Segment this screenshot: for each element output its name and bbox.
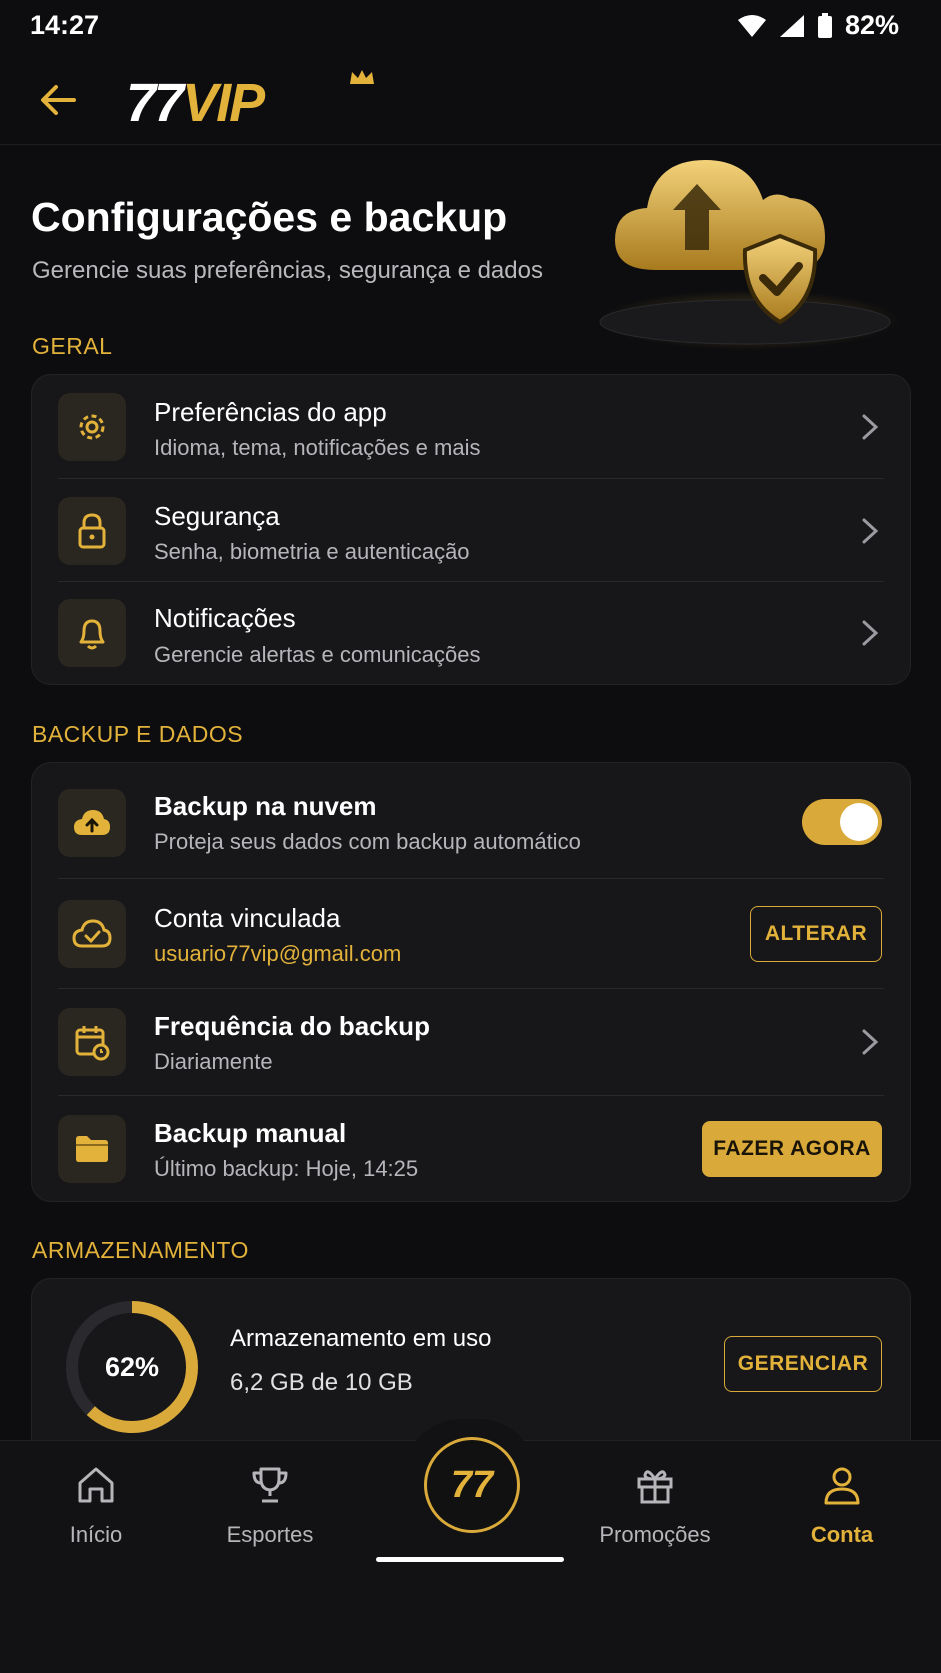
manage-storage-button[interactable]: GERENCIAR bbox=[724, 1336, 882, 1392]
cloud-backup-subtitle: Proteja seus dados com backup automático bbox=[154, 829, 581, 854]
cloud-check-icon bbox=[72, 919, 112, 948]
battery-percent: 82% bbox=[844, 10, 899, 40]
preferences-subtitle: Idioma, tema, notificações e mais bbox=[154, 435, 481, 460]
preferences-title: Preferências do app bbox=[154, 397, 387, 427]
trophy-icon bbox=[252, 1467, 288, 1503]
section-label-storage: ARMAZENAMENTO bbox=[32, 1237, 249, 1263]
app-logo: 77VIP bbox=[126, 70, 374, 134]
linked-account-title: Conta vinculada bbox=[154, 903, 341, 933]
gear-icon-box bbox=[58, 393, 126, 461]
change-account-button[interactable]: ALTERAR bbox=[750, 906, 882, 962]
gear-icon bbox=[79, 414, 105, 440]
nav-item-account[interactable]: Conta bbox=[772, 1463, 912, 1548]
user-icon bbox=[824, 1467, 860, 1505]
back-arrow-icon[interactable] bbox=[36, 78, 80, 122]
cloud-check-icon-box bbox=[58, 900, 126, 968]
nav-label-sports: Esportes bbox=[226, 1522, 314, 1547]
manual-backup-title: Backup manual bbox=[154, 1118, 347, 1148]
cloud-upload-icon bbox=[74, 810, 110, 835]
app-header: 77VIP bbox=[0, 58, 941, 145]
cloud-shield-illustration bbox=[599, 160, 900, 350]
status-indicators: 82% bbox=[737, 10, 899, 41]
linked-account-email: usuario77vip@gmail.com bbox=[154, 941, 402, 966]
chevron-right-icon bbox=[862, 620, 879, 646]
bottom-navigation: Início Esportes 77 Promoções Conta bbox=[0, 1419, 941, 1673]
gift-icon bbox=[637, 1470, 673, 1504]
calendar-clock-icon bbox=[75, 1026, 110, 1061]
security-subtitle: Senha, biometria e autenticação bbox=[154, 539, 470, 564]
cloud-backup-title: Backup na nuvem bbox=[154, 791, 377, 821]
last-backup-time: Último backup: Hoje, 14:25 bbox=[154, 1156, 419, 1181]
battery-icon bbox=[817, 12, 832, 38]
signal-icon bbox=[779, 14, 804, 37]
chevron-right-icon bbox=[862, 518, 879, 544]
notifications-subtitle: Gerencie alertas e comunicações bbox=[154, 642, 481, 667]
lock-icon-box bbox=[58, 497, 126, 565]
calendar-clock-icon-box bbox=[58, 1008, 126, 1076]
folder-icon bbox=[76, 1136, 108, 1162]
general-card: Preferências do app Idioma, tema, notifi… bbox=[31, 374, 911, 685]
backup-frequency-value: Diariamente bbox=[154, 1049, 273, 1074]
lock-icon bbox=[78, 513, 106, 549]
security-title: Segurança bbox=[154, 501, 280, 531]
section-label-backup: BACKUP E DADOS bbox=[32, 721, 244, 747]
list-item-preferences[interactable]: Preferências do app Idioma, tema, notifi… bbox=[32, 375, 910, 478]
bell-icon-box bbox=[58, 599, 126, 667]
notifications-title: Notificações bbox=[154, 603, 296, 633]
storage-label: Armazenamento em uso bbox=[230, 1325, 492, 1352]
page-subtitle: Gerencie suas preferências, segurança e … bbox=[32, 257, 543, 284]
cloud-backup-toggle[interactable] bbox=[802, 799, 882, 845]
list-item-notifications[interactable]: Notificações Gerencie alertas e comunica… bbox=[32, 582, 910, 684]
nav-label-account: Conta bbox=[810, 1522, 874, 1547]
status-time: 14:27 bbox=[30, 10, 100, 40]
page-title: Configurações e backup bbox=[31, 194, 508, 240]
nav-item-sports[interactable]: Esportes bbox=[200, 1463, 340, 1548]
home-icon bbox=[78, 1467, 114, 1503]
cloud-upload-icon-box bbox=[58, 789, 126, 857]
wifi-icon bbox=[737, 14, 766, 37]
folder-icon-box bbox=[58, 1115, 126, 1183]
center-home-button[interactable]: 77 bbox=[424, 1437, 520, 1533]
section-label-general: GERAL bbox=[32, 333, 113, 359]
storage-usage: 6,2 GB de 10 GB bbox=[230, 1369, 413, 1396]
bell-icon bbox=[79, 619, 105, 650]
logo-text: VIP bbox=[182, 73, 265, 133]
list-item-backup-frequency[interactable]: Frequência do backup Diariamente bbox=[32, 989, 910, 1095]
chevron-right-icon bbox=[862, 414, 879, 440]
list-item-linked-account: Conta vinculada usuario77vip@gmail.com A… bbox=[32, 879, 910, 988]
list-item-security[interactable]: Segurança Senha, biometria e autenticaçã… bbox=[32, 479, 910, 582]
crown-icon bbox=[350, 70, 374, 84]
backup-now-button[interactable]: FAZER AGORA bbox=[702, 1121, 882, 1177]
nav-label-promotions: Promoções bbox=[599, 1522, 711, 1547]
nav-label-home: Início bbox=[69, 1522, 123, 1547]
storage-percent: 62% bbox=[104, 1351, 160, 1382]
logo-number: 77 bbox=[126, 73, 184, 133]
backup-frequency-title: Frequência do backup bbox=[154, 1011, 430, 1041]
toggle-knob bbox=[840, 803, 878, 841]
nav-item-promotions[interactable]: Promoções bbox=[585, 1463, 725, 1548]
list-item-manual-backup: Backup manual Último backup: Hoje, 14:25… bbox=[32, 1096, 910, 1201]
backup-card: Backup na nuvem Proteja seus dados com b… bbox=[31, 762, 911, 1202]
home-indicator bbox=[376, 1557, 564, 1562]
nav-item-home[interactable]: Início bbox=[26, 1463, 166, 1548]
chevron-right-icon bbox=[862, 1029, 879, 1055]
list-item-cloud-backup: Backup na nuvem Proteja seus dados com b… bbox=[32, 763, 910, 878]
